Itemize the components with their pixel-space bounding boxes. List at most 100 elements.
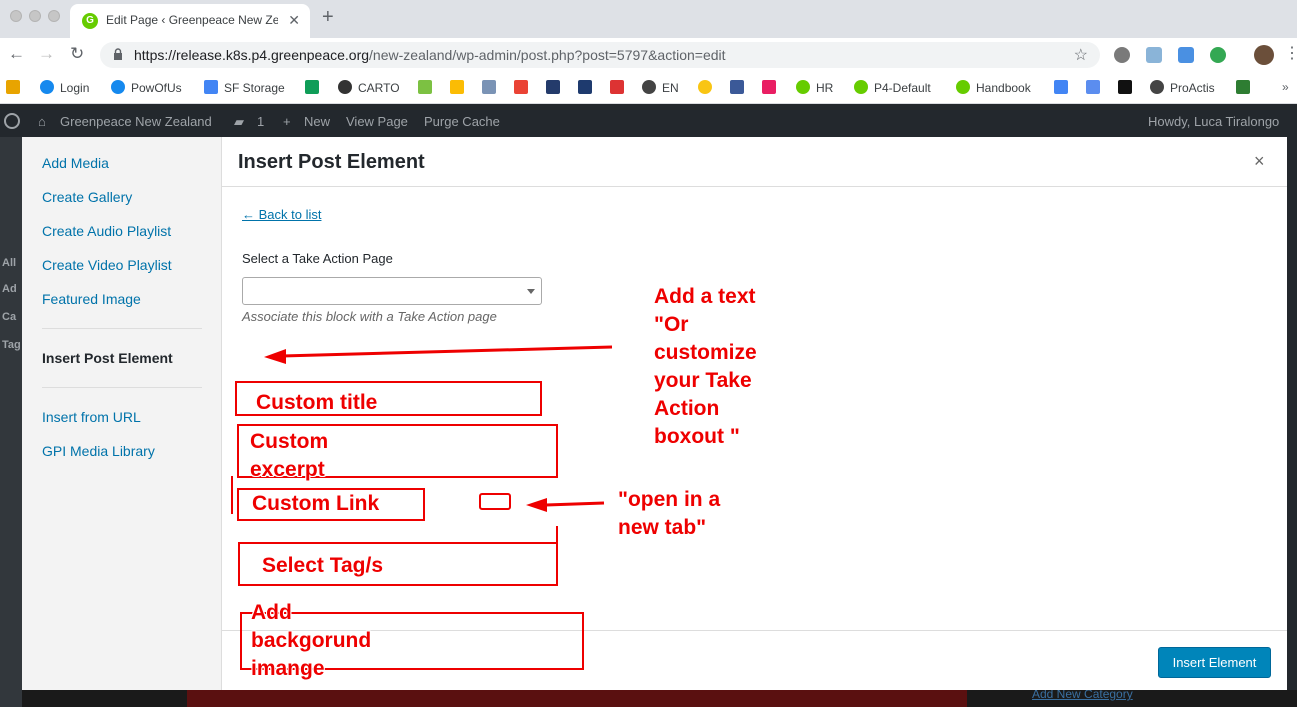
window-zoom-dot[interactable] — [48, 10, 60, 22]
bookmark-star-icon[interactable]: ☆ — [1074, 45, 1088, 65]
bookmark-label: P4-Default — [874, 81, 931, 95]
menu-fragment[interactable]: Ad — [2, 283, 17, 295]
bookmark-hr[interactable]: HR — [796, 80, 833, 95]
bookmark-green[interactable] — [418, 80, 438, 95]
extension-shoe-icon[interactable] — [1114, 47, 1130, 63]
browser-menu-icon[interactable]: ⋮ — [1284, 43, 1297, 63]
storage-icon — [204, 80, 218, 94]
globe-icon — [642, 80, 656, 94]
greenpeace-icon — [854, 80, 868, 94]
extension-translate-icon[interactable] — [1178, 47, 1194, 63]
page-background: Add New Category — [22, 687, 1297, 707]
bookmark-label: CARTO — [358, 81, 400, 95]
annotation-select-tags: Select Tag/s — [262, 554, 383, 577]
background-image — [187, 690, 967, 707]
site-name-link[interactable]: Greenpeace New Zealand — [60, 114, 212, 129]
bookmark-misc2[interactable] — [546, 80, 566, 95]
tab-close-icon[interactable]: ✕ — [288, 12, 300, 29]
bookmark-icon — [1118, 80, 1132, 94]
emoji-icon — [698, 80, 712, 94]
annotation-custom-excerpt: Custom excerpt — [250, 430, 329, 481]
media-menu: Add Media Create Gallery Create Audio Pl… — [22, 137, 222, 690]
bookmark-drive[interactable] — [450, 80, 470, 95]
extension-chrome-icon[interactable] — [1210, 47, 1226, 63]
modal-title: Insert Post Element — [238, 151, 425, 173]
bookmark-proactis[interactable]: ProActis — [1150, 80, 1215, 95]
menu-featured-image[interactable]: Featured Image — [42, 291, 141, 307]
view-page-link[interactable]: View Page — [346, 114, 408, 129]
bookmark-translate[interactable] — [1086, 80, 1106, 95]
sheets-icon — [305, 80, 319, 94]
take-action-select[interactable] — [242, 277, 542, 305]
back-to-list-link[interactable]: ← Back to list — [242, 207, 321, 222]
bookmark-powofus[interactable]: PowOfUs — [111, 80, 182, 95]
menu-insert-post-element[interactable]: Insert Post Element — [42, 350, 173, 366]
bookmarks-overflow-icon[interactable]: » — [1282, 80, 1289, 94]
take-action-label: Select a Take Action Page — [242, 251, 393, 266]
translate-icon — [1086, 80, 1100, 94]
bookmark-login[interactable]: Login — [40, 80, 89, 95]
bookmark-misc6[interactable] — [762, 80, 782, 95]
reload-icon[interactable]: ↻ — [70, 44, 84, 64]
menu-create-video-playlist[interactable]: Create Video Playlist — [42, 257, 172, 273]
bookmark-gmail[interactable] — [514, 80, 534, 95]
menu-fragment[interactable]: Ca — [2, 311, 16, 323]
annotation-open-new-tab: "open in a new tab" — [618, 488, 721, 539]
menu-insert-from-url[interactable]: Insert from URL — [42, 409, 141, 425]
bookmark-misc9[interactable] — [1236, 80, 1256, 95]
browser-tab-active[interactable]: G Edit Page ‹ Greenpeace New Zealand ✕ — [70, 4, 310, 38]
url-text[interactable]: https://release.k8s.p4.greenpeace.org/ne… — [134, 47, 726, 63]
menu-separator — [42, 387, 202, 388]
greenpeace-favicon-icon: G — [82, 13, 98, 29]
bookmark-misc3[interactable] — [578, 80, 598, 95]
insert-element-button[interactable]: Insert Element — [1158, 647, 1271, 678]
window-minimize-dot[interactable] — [29, 10, 41, 22]
comments-count[interactable]: 1 — [257, 114, 264, 129]
new-link[interactable]: New — [304, 114, 330, 129]
wordpress-logo-icon[interactable] — [4, 113, 20, 129]
profile-avatar[interactable] — [1254, 45, 1274, 65]
bookmark-wr[interactable] — [6, 80, 26, 95]
annotation-add-text: Add a text "Or customize your Take Actio… — [654, 285, 757, 448]
bookmark-sheets[interactable] — [305, 80, 325, 95]
bookmark-icon — [1054, 80, 1068, 94]
menu-fragment[interactable]: All — [2, 257, 16, 269]
bookmark-misc1[interactable] — [482, 80, 502, 95]
home-icon[interactable]: ⌂ — [38, 114, 46, 129]
menu-create-audio-playlist[interactable]: Create Audio Playlist — [42, 223, 171, 239]
menu-fragment[interactable]: Tag — [2, 339, 21, 351]
back-arrow-icon[interactable]: ← — [8, 44, 25, 64]
bookmark-emoji[interactable] — [698, 80, 718, 95]
bookmark-en[interactable]: EN — [642, 80, 679, 95]
howdy-user-link[interactable]: Howdy, Luca Tiralongo — [1148, 114, 1279, 129]
bookmark-misc5[interactable] — [730, 80, 750, 95]
menu-create-gallery[interactable]: Create Gallery — [42, 189, 132, 205]
menu-add-media[interactable]: Add Media — [42, 155, 109, 171]
wp-side-menu: All Ad Ca Tag — [0, 137, 22, 707]
bookmark-icon — [546, 80, 560, 94]
chevron-down-icon — [527, 289, 535, 294]
bookmark-handbook[interactable]: Handbook — [956, 80, 1031, 95]
bookmark-sf-storage[interactable]: SF Storage — [204, 80, 285, 95]
url-path: /new-zealand/wp-admin/post.php?post=5797… — [369, 47, 726, 63]
forward-arrow-icon[interactable]: → — [38, 44, 55, 64]
purge-cache-link[interactable]: Purge Cache — [424, 114, 500, 129]
comments-icon[interactable]: ▰ — [234, 114, 244, 130]
bookmark-icon — [762, 80, 776, 94]
bookmark-misc7[interactable] — [1054, 80, 1074, 95]
extension-snowflake-icon[interactable] — [1146, 47, 1162, 63]
take-action-help: Associate this block with a Take Action … — [242, 309, 497, 324]
close-icon[interactable]: × — [1254, 151, 1265, 172]
window-close-dot[interactable] — [10, 10, 22, 22]
bookmark-misc8[interactable] — [1118, 80, 1138, 95]
bookmark-label: ProActis — [1170, 81, 1215, 95]
menu-gpi-media-library[interactable]: GPI Media Library — [42, 443, 155, 459]
drive-icon — [450, 80, 464, 94]
bookmark-carto[interactable]: CARTO — [338, 80, 400, 95]
address-bar[interactable]: https://release.k8s.p4.greenpeace.org/ne… — [100, 42, 1100, 68]
bookmark-misc4[interactable] — [610, 80, 630, 95]
plus-icon[interactable]: + — [283, 114, 291, 129]
cloud-icon — [111, 80, 125, 94]
bookmark-p4-default[interactable]: P4-Default — [854, 80, 931, 95]
new-tab-icon[interactable]: + — [322, 6, 334, 29]
